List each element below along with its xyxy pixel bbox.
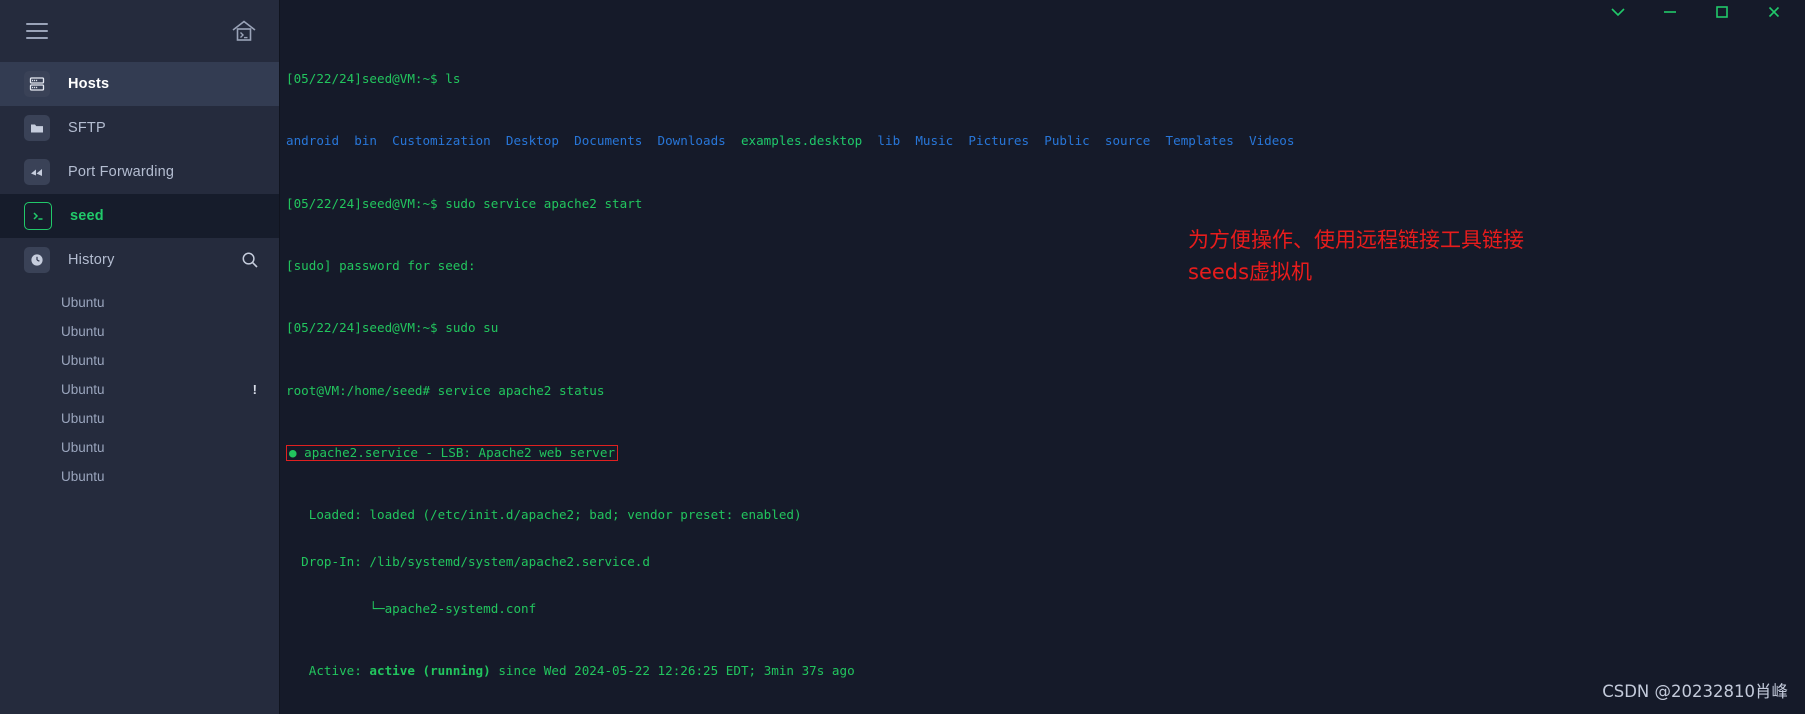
close-icon[interactable] bbox=[1763, 2, 1785, 22]
sidebar-item-label: Port Forwarding bbox=[68, 164, 175, 180]
history-item-label: Ubuntu bbox=[61, 353, 105, 368]
terminal-line-ls-output: android bin Customization Desktop Docume… bbox=[286, 133, 1805, 149]
terminal-prompt-icon bbox=[24, 202, 52, 230]
active-label: Active: bbox=[286, 663, 370, 679]
sidebar-item-history[interactable]: History bbox=[0, 238, 279, 282]
command-text: sudo service apache2 start bbox=[437, 195, 643, 211]
unit-title: apache2.service - LSB: Apache2 web serve… bbox=[304, 445, 616, 461]
sidebar-item-label: seed bbox=[70, 208, 104, 224]
window-titlebar bbox=[280, 0, 1805, 23]
terminal-line: root@VM:/home/seed# service apache2 stat… bbox=[286, 383, 1805, 399]
history-item-label: Ubuntu bbox=[61, 295, 105, 310]
watermark: CSDN @20232810肖峰 bbox=[1602, 682, 1788, 701]
terminal-line: [05/22/24]seed@VM:~$ sudo su bbox=[286, 320, 1805, 336]
sidebar-item-port-forwarding[interactable]: Port Forwarding bbox=[0, 150, 279, 194]
sidebar-item-sftp[interactable]: SFTP bbox=[0, 106, 279, 150]
maximize-icon[interactable] bbox=[1711, 2, 1733, 22]
port-forward-arrow-icon bbox=[24, 159, 50, 185]
chevron-down-icon[interactable] bbox=[1607, 2, 1629, 22]
list-item[interactable]: Ubuntu ! bbox=[0, 375, 279, 404]
history-item-label: Ubuntu bbox=[61, 382, 105, 397]
shell-prompt: [05/22/24]seed@VM:~$ bbox=[286, 70, 438, 86]
home-terminal-icon[interactable] bbox=[231, 19, 257, 43]
hamburger-menu-icon[interactable] bbox=[26, 23, 48, 39]
list-item[interactable]: Ubuntu bbox=[0, 288, 279, 317]
command-text: sudo su bbox=[437, 320, 499, 336]
history-item-label: Ubuntu bbox=[61, 411, 105, 426]
list-item[interactable]: Ubuntu bbox=[0, 404, 279, 433]
sidebar-item-label: SFTP bbox=[68, 120, 106, 136]
sidebar-header bbox=[0, 0, 279, 62]
terminal-line: [05/22/24]seed@VM:~$ ls bbox=[286, 71, 1805, 87]
history-item-warning: ! bbox=[252, 382, 257, 397]
shell-prompt: [05/22/24]seed@VM:~$ bbox=[286, 195, 438, 211]
sidebar-item-seed-session[interactable]: seed bbox=[0, 194, 279, 238]
active-state-value: active (running) bbox=[369, 663, 491, 679]
sudo-password-prompt: [sudo] password for seed: bbox=[286, 257, 476, 273]
root-shell-prompt: root@VM:/home/seed# bbox=[286, 382, 431, 398]
command-text: ls bbox=[437, 70, 461, 86]
list-item[interactable]: Ubuntu bbox=[0, 433, 279, 462]
sidebar-item-label: Hosts bbox=[68, 76, 110, 92]
history-item-label: Ubuntu bbox=[61, 440, 105, 455]
history-item-label: Ubuntu bbox=[61, 469, 105, 484]
server-rack-icon bbox=[24, 71, 50, 97]
shell-prompt: [05/22/24]seed@VM:~$ bbox=[286, 320, 438, 336]
list-item[interactable]: Ubuntu bbox=[0, 317, 279, 346]
ls-file-examples-desktop: examples.desktop bbox=[740, 133, 863, 149]
search-icon[interactable] bbox=[241, 251, 259, 269]
status-loaded-line: Loaded: loaded (/etc/init.d/apache2; bad… bbox=[286, 507, 802, 523]
clock-icon bbox=[24, 247, 50, 273]
terminal-line: [05/22/24]seed@VM:~$ sudo service apache… bbox=[286, 196, 1805, 212]
ls-directories-second: lib Music Pictures Public source Templat… bbox=[862, 133, 1295, 149]
status-bullet-icon: ● bbox=[289, 445, 305, 461]
history-item-label: Ubuntu bbox=[61, 324, 105, 339]
status-dropin-conf-line: └─apache2-systemd.conf bbox=[286, 600, 537, 616]
sidebar-item-label: History bbox=[68, 252, 115, 268]
sidebar-item-hosts[interactable]: Hosts bbox=[0, 62, 279, 106]
status-active-line: Active: active (running) since Wed 2024-… bbox=[286, 663, 1805, 679]
list-item[interactable]: Ubuntu bbox=[0, 462, 279, 491]
command-text: service apache2 status bbox=[430, 382, 605, 398]
list-item[interactable]: Ubuntu bbox=[0, 346, 279, 375]
app-window: Hosts SFTP Port Forwarding seed History … bbox=[0, 0, 1805, 714]
folder-icon bbox=[24, 115, 50, 141]
highlight-box-unit-header: ● apache2.service - LSB: Apache2 web ser… bbox=[286, 445, 619, 462]
terminal-pane: [05/22/24]seed@VM:~$ ls android bin Cust… bbox=[280, 0, 1805, 714]
terminal-output[interactable]: [05/22/24]seed@VM:~$ ls android bin Cust… bbox=[280, 24, 1805, 714]
status-dropin-line: Drop-In: /lib/systemd/system/apache2.ser… bbox=[286, 554, 650, 570]
service-unit-header-line: ● apache2.service - LSB: Apache2 web ser… bbox=[286, 445, 1805, 462]
minimize-icon[interactable] bbox=[1659, 2, 1681, 22]
ls-directories-first: android bin Customization Desktop Docume… bbox=[286, 133, 741, 149]
sidebar: Hosts SFTP Port Forwarding seed History … bbox=[0, 0, 280, 714]
active-since: since Wed 2024-05-22 12:26:25 EDT; 3min … bbox=[490, 663, 855, 679]
